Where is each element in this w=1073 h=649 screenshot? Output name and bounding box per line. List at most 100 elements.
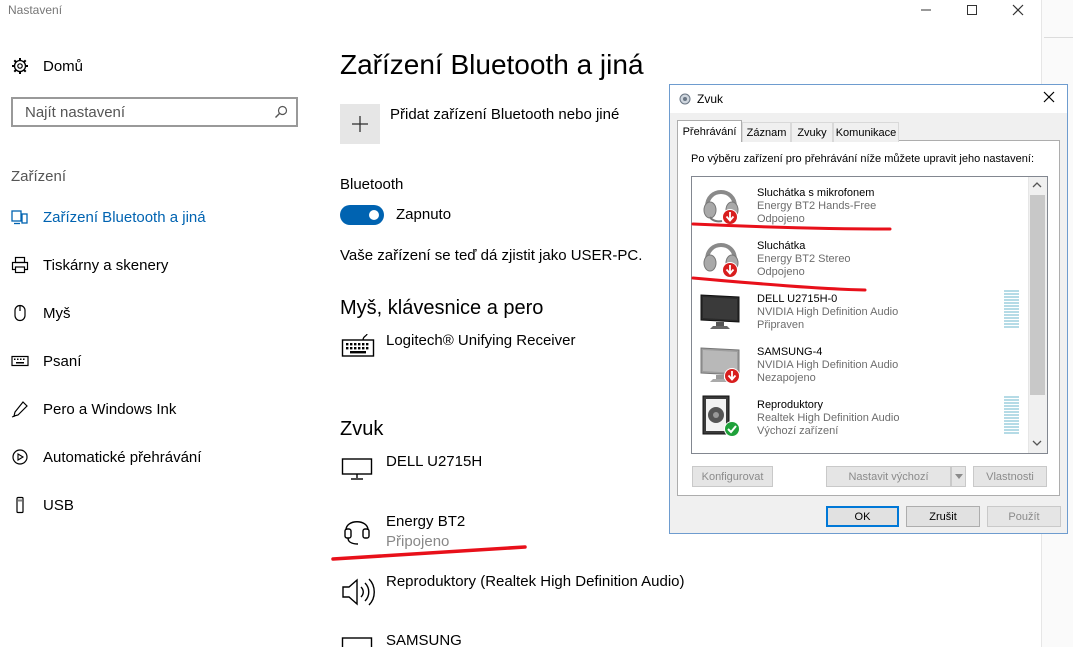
mouse-keyboard-section-title: Myš, klávesnice a pero xyxy=(340,297,544,319)
list-item-samsung[interactable]: SAMSUNG-4 NVIDIA High Definition Audio N… xyxy=(692,336,1027,389)
monitor-icon xyxy=(698,287,744,333)
sidebar-item-label: Tiskárny a skenery xyxy=(43,256,169,274)
device-driver: NVIDIA High Definition Audio xyxy=(757,359,899,371)
sidebar-item-label: Myš xyxy=(43,304,71,322)
bluetooth-devices-icon xyxy=(11,208,29,226)
tab-communication[interactable]: Komunikace xyxy=(833,122,899,142)
window-title: Nastavení xyxy=(8,3,63,17)
maximize-button[interactable] xyxy=(952,0,992,20)
device-dell[interactable]: DELL U2715H xyxy=(386,453,482,470)
device-logitech[interactable]: Logitech® Unifying Receiver xyxy=(386,332,575,349)
sidebar-item-label: Automatické přehrávání xyxy=(43,448,202,466)
sidebar-home-label: Domů xyxy=(43,57,84,75)
sound-dialog: Zvuk Přehrávání Záznam Zvuky Komunikace … xyxy=(669,84,1068,534)
bluetooth-toggle[interactable] xyxy=(340,205,384,225)
device-driver: Realtek High Definition Audio xyxy=(757,412,900,424)
device-name: Sluchátka xyxy=(757,240,806,252)
add-device-button[interactable] xyxy=(340,104,380,144)
headphones-icon xyxy=(698,234,744,280)
set-default-dropdown[interactable] xyxy=(951,466,966,487)
device-status: Odpojeno xyxy=(757,266,805,278)
dialog-instruction: Po výběru zařízení pro přehrávání níže m… xyxy=(691,153,1035,165)
maximize-icon xyxy=(967,5,977,15)
ok-button[interactable]: OK xyxy=(826,506,899,527)
set-default-button[interactable]: Nastavit výchozí xyxy=(826,466,951,487)
apply-button[interactable]: Použít xyxy=(987,506,1061,527)
device-name: Reproduktory xyxy=(757,399,824,411)
properties-button[interactable]: Vlastnosti xyxy=(973,466,1047,487)
list-item-headset-mic[interactable]: Sluchátka s mikrofonem Energy BT2 Hands-… xyxy=(692,177,1027,230)
keyboard-icon xyxy=(11,352,29,370)
search-box[interactable] xyxy=(11,97,298,127)
sidebar-item-bluetooth[interactable]: Zařízení Bluetooth a jiná xyxy=(11,205,206,229)
add-device-label[interactable]: Přidat zařízení Bluetooth nebo jiné xyxy=(390,106,619,123)
tab-recording[interactable]: Záznam xyxy=(742,122,791,142)
sound-section-title: Zvuk xyxy=(340,418,384,440)
sidebar-item-autoplay[interactable]: Automatické přehrávání xyxy=(11,445,201,469)
sidebar-item-label: Psaní xyxy=(43,352,82,370)
sidebar-item-mouse[interactable]: Myš xyxy=(11,301,71,325)
device-status: Odpojeno xyxy=(757,213,805,225)
dialog-title: Zvuk xyxy=(697,92,724,106)
sound-icon xyxy=(679,93,691,105)
monitor-icon xyxy=(698,340,744,386)
device-name: SAMSUNG-4 xyxy=(757,346,823,358)
scroll-down-icon[interactable] xyxy=(1032,439,1042,447)
scrollbar-thumb[interactable] xyxy=(1030,195,1045,395)
device-reproduktory[interactable]: Reproduktory (Realtek High Definition Au… xyxy=(386,573,684,590)
plus-icon xyxy=(352,116,368,132)
sidebar-item-usb[interactable]: USB xyxy=(11,493,74,517)
minimize-button[interactable] xyxy=(906,0,946,20)
configure-button[interactable]: Konfigurovat xyxy=(692,466,773,487)
toggle-knob xyxy=(369,210,379,220)
device-name: Sluchátka s mikrofonem xyxy=(757,187,875,199)
tab-playback[interactable]: Přehrávání xyxy=(677,120,742,142)
sidebar-item-label: Zařízení Bluetooth a jiná xyxy=(43,208,206,226)
bluetooth-label: Bluetooth xyxy=(340,176,404,193)
search-input[interactable] xyxy=(23,102,274,122)
scroll-up-icon[interactable] xyxy=(1032,181,1042,189)
autoplay-icon xyxy=(11,448,29,466)
device-driver: Energy BT2 Stereo xyxy=(757,253,851,265)
device-energy-bt2[interactable]: Energy BT2 xyxy=(386,513,465,530)
headset-icon xyxy=(342,512,372,546)
sidebar-item-label: Pero a Windows Ink xyxy=(43,400,177,418)
speaker-icon xyxy=(341,576,375,608)
toggle-state-label: Zapnuto xyxy=(396,206,452,223)
device-driver: NVIDIA High Definition Audio xyxy=(757,306,899,318)
monitor-icon xyxy=(341,457,373,481)
sidebar-item-pen[interactable]: Pero a Windows Ink xyxy=(11,397,176,421)
device-name: DELL U2715H-0 xyxy=(757,293,838,305)
sidebar-item-typing[interactable]: Psaní xyxy=(11,349,81,373)
device-status: Výchozí zařízení xyxy=(757,425,839,437)
cancel-button[interactable]: Zrušit xyxy=(906,506,980,527)
tab-sounds[interactable]: Zvuky xyxy=(791,122,833,142)
sidebar-item-label: USB xyxy=(43,496,74,514)
device-samsung[interactable]: SAMSUNG xyxy=(386,632,462,649)
headset-icon xyxy=(698,181,744,227)
sidebar-item-printers[interactable]: Tiskárny a skenery xyxy=(11,253,168,277)
playback-device-list[interactable]: Sluchátka s mikrofonem Energy BT2 Hands-… xyxy=(691,176,1048,454)
device-status: Nezapojeno xyxy=(757,372,816,384)
discoverable-text: Vaše zařízení se teď dá zjistit jako USE… xyxy=(340,247,643,264)
close-button[interactable] xyxy=(998,0,1038,20)
dialog-close-button[interactable] xyxy=(1042,90,1056,104)
close-icon xyxy=(1012,4,1024,16)
pen-icon xyxy=(11,400,29,418)
device-driver: Energy BT2 Hands-Free xyxy=(757,200,877,212)
usb-icon xyxy=(11,496,29,514)
chevron-down-icon xyxy=(954,474,963,479)
sidebar-section-title: Zařízení xyxy=(11,168,67,185)
volume-level-meter xyxy=(1004,396,1019,434)
minimize-icon xyxy=(921,9,931,11)
list-item-speakers[interactable]: Reproduktory Realtek High Definition Aud… xyxy=(692,389,1027,442)
printer-icon xyxy=(11,256,29,274)
keyboard-icon xyxy=(341,334,375,358)
dialog-titlebar: Zvuk xyxy=(670,85,1067,113)
gear-icon xyxy=(11,57,29,75)
list-item-dell[interactable]: DELL U2715H-0 NVIDIA High Definition Aud… xyxy=(692,283,1027,336)
page-title: Zařízení Bluetooth a jiná xyxy=(340,49,644,80)
search-icon xyxy=(274,105,288,119)
list-item-headphones[interactable]: Sluchátka Energy BT2 Stereo Odpojeno xyxy=(692,230,1027,283)
sidebar-home[interactable]: Domů xyxy=(11,54,83,78)
